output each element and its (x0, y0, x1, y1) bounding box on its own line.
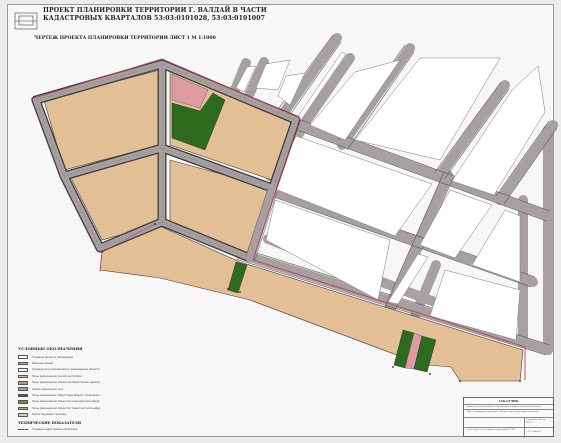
title-block-line4: ПП 1 2 (526, 422, 533, 424)
legend2-swatch (18, 428, 28, 431)
legend-swatch (18, 355, 28, 359)
page-title: ПРОЕКТ ПЛАНИРОВКИ ТЕРРИТОРИИ Г. ВАЛДАЙ В… (43, 7, 267, 22)
legend: УСЛОВНЫЕ ОБОЗНАЧЕНИЯ Границы проекта пла… (18, 346, 100, 418)
legend-label: Зоны озеленения территорий общего пользо… (32, 394, 100, 398)
legend2-label: Граница кадастровых кварталов (32, 428, 78, 431)
title-block-line3: Стадия Лист Листов (526, 418, 546, 421)
legend-label: Зоны размещения объектов инженерной инфр… (32, 400, 100, 404)
title-block-org: ООО "Кадастр" (527, 431, 542, 433)
legend-label: Красные линии (32, 362, 54, 366)
legend-swatch (18, 406, 28, 411)
legend-swatch (18, 387, 28, 391)
legend-item: Проектируемые проезды (18, 412, 100, 418)
title-block-heading: ЗАКАЗЧИК (498, 399, 519, 403)
title-block-line2: Проект планировки территории г. Валдай в… (467, 411, 539, 413)
title-block: ЗАКАЗЧИК Администрация Валдайского муниц… (463, 397, 554, 438)
legend-label: Границы проекта планировки (32, 355, 74, 359)
legend-swatch (18, 400, 28, 404)
legend-label: Зоны размещения объектов общественно-дел… (32, 381, 100, 385)
legend-label: Проектируемые проезды (32, 413, 67, 417)
title-block-line5: Чертеж проекта планировки территории М 1… (467, 429, 516, 431)
legend2-row: Граница кадастровых кварталов (18, 428, 77, 431)
legend-title: УСЛОВНЫЕ ОБОЗНАЧЕНИЯ (18, 346, 83, 351)
legend-label: Зоны размещения объектов транспортной ин… (32, 406, 100, 410)
legend-swatch (18, 361, 28, 366)
page-subtitle: ЧЕРТЕЖ ПРОЕКТА ПЛАНИРОВКИ ТЕРРИТОРИИ ЛИС… (34, 36, 216, 41)
legend-swatch (18, 393, 28, 398)
legend-label: Улично-дорожная сеть (32, 387, 64, 391)
logo-mark (14, 12, 38, 30)
legend-swatch (18, 374, 28, 379)
legend-swatch (18, 412, 28, 417)
title-block-line1: Администрация Валдайского муниципального… (467, 405, 541, 408)
legend-label: Границы зон планируемого размещения объе… (32, 368, 100, 372)
legend-swatch (18, 368, 28, 372)
drawing-sheet: ПРОЕКТ ПЛАНИРОВКИ ТЕРРИТОРИИ Г. ВАЛДАЙ В… (0, 0, 561, 443)
legend-swatch (18, 380, 28, 385)
legend-label: Зоны размещения жилой застройки (32, 374, 82, 378)
legend2-title: ТЕХНИЧЕСКИЕ ПОКАЗАТЕЛИ (18, 421, 82, 425)
